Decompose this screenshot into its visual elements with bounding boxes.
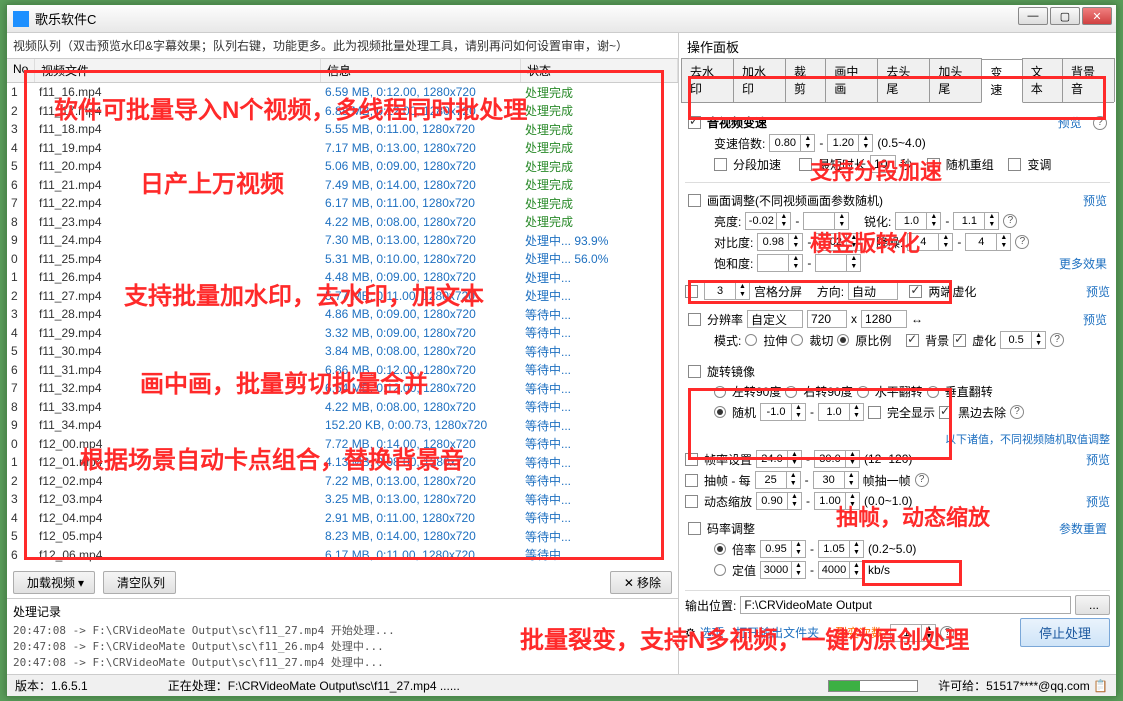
table-row[interactable]: 9f11_24.mp47.30 MB, 0:13.00, 1280x720处理中…: [7, 231, 678, 250]
log-lines: 20:47:08 -> F:\CRVideoMate Output\sc\f11…: [13, 622, 672, 670]
tab-裁剪[interactable]: 裁剪: [785, 58, 826, 102]
progress-bar: [828, 680, 918, 692]
copy-icon[interactable]: 📋: [1093, 679, 1108, 693]
table-row[interactable]: 3f12_03.mp43.25 MB, 0:13.00, 1280x720等待中…: [7, 490, 678, 509]
table-row[interactable]: 3f11_18.mp45.55 MB, 0:11.00, 1280x720处理完…: [7, 120, 678, 139]
table-row[interactable]: 7f12_07.mp44.54 MB, 0:09.00, 1280x720等待中…: [7, 564, 678, 567]
load-video-button[interactable]: 加载视频 ▾: [13, 571, 95, 594]
app-window: 歌乐软件C — ▢ ✕ 视频队列（双击预览水印&字幕效果；队列右键，功能更多。此…: [6, 4, 1117, 697]
table-row[interactable]: 3f11_28.mp44.86 MB, 0:09.00, 1280x720等待中…: [7, 305, 678, 324]
table-row[interactable]: 7f11_22.mp46.17 MB, 0:11.00, 1280x720处理完…: [7, 194, 678, 213]
table-row[interactable]: 6f12_06.mp46.17 MB, 0:11.00, 1280x720等待中…: [7, 546, 678, 565]
split-count-spinner[interactable]: ▲▼: [890, 624, 936, 642]
tab-bar: 去水印加水印裁剪画中画去头尾加头尾变速文本背景音: [681, 58, 1114, 103]
table-row[interactable]: 1f12_01.mp44.13 MB, 0:08.00, 1280x720等待中…: [7, 453, 678, 472]
table-row[interactable]: 6f11_21.mp47.49 MB, 0:14.00, 1280x720处理完…: [7, 176, 678, 195]
open-output-link[interactable]: 打开输出文件夹: [735, 624, 819, 641]
tab-画中画[interactable]: 画中画: [825, 58, 878, 102]
table-row[interactable]: 5f11_30.mp43.84 MB, 0:08.00, 1280x720等待中…: [7, 342, 678, 361]
browse-button[interactable]: ...: [1075, 595, 1110, 615]
tab-加头尾[interactable]: 加头尾: [929, 58, 982, 102]
panel-title: 操作面板: [681, 35, 1114, 58]
app-icon: [13, 11, 29, 27]
output-path-input[interactable]: [740, 596, 1071, 614]
remove-button[interactable]: ✕ 移除: [610, 571, 672, 594]
table-row[interactable]: 1f11_16.mp46.59 MB, 0:12.00, 1280x720处理完…: [7, 83, 678, 102]
help-icon[interactable]: ?: [1093, 116, 1107, 130]
minimize-button[interactable]: —: [1018, 7, 1048, 25]
table-row[interactable]: 4f12_04.mp42.91 MB, 0:11.00, 1280x720等待中…: [7, 509, 678, 528]
table-row[interactable]: 8f11_23.mp44.22 MB, 0:08.00, 1280x720处理完…: [7, 213, 678, 232]
tab-去头尾[interactable]: 去头尾: [877, 58, 930, 102]
stop-button[interactable]: 停止处理: [1020, 618, 1110, 647]
table-row[interactable]: 6f11_31.mp46.86 MB, 0:12.00, 1280x720等待中…: [7, 361, 678, 380]
table-row[interactable]: 5f11_20.mp45.06 MB, 0:09.00, 1280x720处理完…: [7, 157, 678, 176]
queue-caption: 视频队列（双击预览水印&字幕效果；队列右键，功能更多。此为视频批量处理工具，请别…: [7, 33, 678, 58]
speed-preview-link[interactable]: 预览: [1058, 114, 1082, 131]
table-row[interactable]: 2f11_27.mp45.77 MB, 0:11.00, 1280x720处理中…: [7, 287, 678, 306]
gear-icon: ⚙: [685, 626, 696, 640]
tab-文本[interactable]: 文本: [1022, 58, 1063, 102]
table-row[interactable]: 1f11_26.mp44.48 MB, 0:09.00, 1280x720处理中…: [7, 268, 678, 287]
window-title: 歌乐软件C: [35, 9, 96, 28]
options-link[interactable]: 选项: [700, 624, 724, 641]
table-row[interactable]: 7f11_32.mp46.64 MB, 0:12.00, 1280x720等待中…: [7, 379, 678, 398]
tab-加水印[interactable]: 加水印: [733, 58, 786, 102]
close-button[interactable]: ✕: [1082, 7, 1112, 25]
table-header: No. 视频文件 信息 状态: [7, 58, 678, 83]
table-row[interactable]: 8f11_33.mp44.22 MB, 0:08.00, 1280x720等待中…: [7, 398, 678, 417]
video-list[interactable]: 1f11_16.mp46.59 MB, 0:12.00, 1280x720处理完…: [7, 83, 678, 567]
height-input[interactable]: [861, 310, 907, 328]
table-row[interactable]: 0f12_00.mp47.72 MB, 0:14.00, 1280x720等待中…: [7, 435, 678, 454]
log-title: 处理记录: [13, 603, 672, 620]
table-row[interactable]: 2f11_17.mp46.88 MB, 0:12.00, 1280x720处理完…: [7, 102, 678, 121]
table-row[interactable]: 4f11_19.mp47.17 MB, 0:13.00, 1280x720处理完…: [7, 139, 678, 158]
titlebar[interactable]: 歌乐软件C — ▢ ✕: [7, 5, 1116, 33]
swap-icon[interactable]: ↔: [911, 312, 923, 326]
speed-to-spinner[interactable]: ▲▼: [827, 134, 873, 152]
clear-queue-button[interactable]: 清空队列: [103, 571, 176, 594]
speed-checkbox[interactable]: [688, 116, 701, 129]
min-duration-input[interactable]: [870, 155, 896, 173]
table-row[interactable]: 5f12_05.mp48.23 MB, 0:14.00, 1280x720等待中…: [7, 527, 678, 546]
table-row[interactable]: 0f11_25.mp45.31 MB, 0:10.00, 1280x720处理中…: [7, 250, 678, 269]
tab-变速[interactable]: 变速: [981, 59, 1022, 103]
tab-去水印[interactable]: 去水印: [681, 58, 734, 102]
tab-背景音[interactable]: 背景音: [1062, 58, 1115, 102]
width-input[interactable]: [807, 310, 847, 328]
table-row[interactable]: 9f11_34.mp4152.20 KB, 0:00.73, 1280x720等…: [7, 416, 678, 435]
status-bar: 版本：1.6.5.1 正在处理：F:\CRVideoMate Output\sc…: [7, 674, 1116, 696]
maximize-button[interactable]: ▢: [1050, 7, 1080, 25]
table-row[interactable]: 4f11_29.mp43.32 MB, 0:09.00, 1280x720等待中…: [7, 324, 678, 343]
speed-from-spinner[interactable]: ▲▼: [769, 134, 815, 152]
table-row[interactable]: 2f12_02.mp47.22 MB, 0:13.00, 1280x720等待中…: [7, 472, 678, 491]
